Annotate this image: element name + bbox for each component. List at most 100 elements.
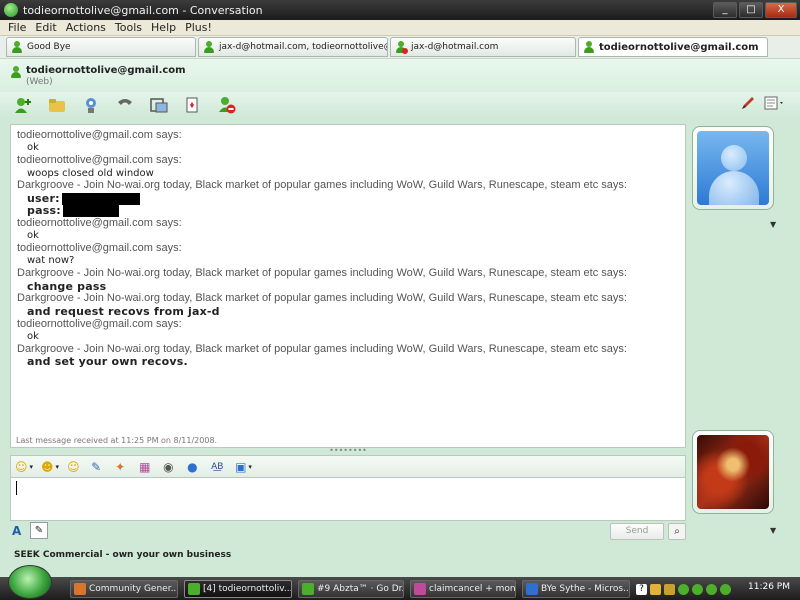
window-title: todieornottolive@gmail.com - Conversatio… — [23, 3, 263, 17]
messenger-tray-icon[interactable] — [692, 583, 703, 595]
tab-jax-d[interactable]: jax-d@hotmail.com — [390, 37, 576, 57]
taskbar-item-active[interactable]: [4] todieornottoliv... — [184, 580, 292, 598]
message-sender: todieornottolive@gmail.com says: — [17, 129, 182, 141]
maximize-button[interactable]: □ — [739, 2, 763, 18]
message-text: change pass — [27, 279, 107, 293]
user-avatar[interactable] — [692, 430, 774, 514]
voice-clip-icon[interactable]: ✎ — [91, 458, 107, 476]
pen-icon[interactable] — [740, 95, 756, 114]
message-text: and set your own recovs. — [27, 355, 188, 369]
taskbar-item[interactable]: #9 Abzta™ · Go Dr... — [298, 580, 404, 598]
message: todieornottolive@gmail.com says: ok — [17, 318, 679, 343]
contact-status-icon — [203, 41, 215, 53]
font-color-icon[interactable]: ▣ ▾ — [235, 458, 252, 476]
search-icon[interactable]: ⌕ — [668, 523, 686, 540]
spellcheck-icon[interactable]: A͟B — [211, 458, 227, 476]
message: todieornottolive@gmail.com says: wat now… — [17, 242, 679, 267]
block-icon[interactable] — [216, 95, 238, 115]
message: todieornottolive@gmail.com says: woops c… — [17, 154, 679, 179]
messenger-icon — [188, 583, 200, 595]
send-button[interactable]: Send — [610, 523, 664, 540]
window-controls: _ □ X — [713, 2, 797, 18]
message-text: and request recovs from jax-d — [27, 304, 220, 318]
taskbar-item-label: Community Gener... — [89, 584, 178, 594]
redaction-block — [62, 204, 119, 217]
activities-icon[interactable] — [148, 95, 170, 115]
taskbar-item-label: BYe Sythe - Micros... — [541, 584, 630, 594]
tab-group-chat[interactable]: jax-d@hotmail.com, todieornottolive@gn..… — [198, 37, 388, 57]
message-text: wat now? — [27, 255, 75, 267]
tab-label: jax-d@hotmail.com — [411, 42, 499, 52]
format-toolbar: ☺ ▾ ☻ ▾ ☺ ✎ ✦ ▦ ◉ ● A͟B ▣ ▾ — [10, 455, 686, 477]
start-button[interactable] — [8, 565, 52, 599]
taskbar-item[interactable]: Community Gener... — [70, 580, 178, 598]
ie-icon — [526, 583, 538, 595]
taskbar-item[interactable]: claimcancel + mon... — [410, 580, 516, 598]
menu-tools[interactable]: Tools — [115, 21, 142, 34]
menu-help[interactable]: Help — [151, 21, 176, 34]
invite-contact-icon[interactable] — [12, 95, 34, 115]
menu-plus[interactable]: Plus! — [185, 21, 212, 34]
chevron-down-icon[interactable]: ▼ — [770, 220, 776, 229]
emoticon-icon[interactable]: ☺ ▾ — [15, 458, 33, 476]
contact-location: (Web) — [26, 77, 53, 87]
text-caret — [16, 481, 17, 495]
contact-avatar[interactable] — [692, 126, 774, 210]
winks-icon[interactable]: ◉ — [163, 458, 179, 476]
handwriting-mode-button[interactable]: ✎ — [30, 522, 48, 539]
video-call-icon[interactable] — [80, 95, 102, 115]
menu-file[interactable]: File — [8, 21, 26, 34]
menu-dropdown-icon[interactable] — [764, 95, 786, 114]
font-mode-button[interactable]: A — [12, 524, 21, 538]
message-sender: todieornottolive@gmail.com says: — [17, 317, 182, 330]
background-icon[interactable]: ▦ — [139, 458, 155, 476]
toolbar-right — [740, 95, 786, 114]
handwriting-icon[interactable]: ● — [187, 458, 203, 476]
wink-icon[interactable]: ☻ ▾ — [41, 458, 59, 476]
call-icon[interactable] — [114, 95, 136, 115]
menu-edit[interactable]: Edit — [35, 21, 56, 34]
message-text: pass: — [17, 203, 679, 217]
pass-label: pass: — [27, 203, 61, 217]
conversation-main: todieornottolive@gmail.com says: ok todi… — [0, 118, 800, 548]
help-icon[interactable]: ? — [636, 583, 647, 595]
games-icon[interactable] — [182, 95, 204, 115]
message-history[interactable]: todieornottolive@gmail.com says: ok todi… — [10, 124, 686, 448]
message: Darkgroove - Join No-wai.org today, Blac… — [17, 179, 679, 217]
menu-actions[interactable]: Actions — [66, 21, 106, 34]
messenger-tray-icon[interactable] — [720, 583, 731, 595]
ad-banner-text[interactable]: SEEK Commercial - own your own business — [14, 550, 231, 560]
message-sender: Darkgroove - Join No-wai.org today, Blac… — [17, 342, 627, 355]
close-button[interactable]: X — [765, 2, 797, 18]
message-text: ok — [27, 331, 39, 343]
message-text: ok — [27, 142, 39, 154]
message: todieornottolive@gmail.com says: ok — [17, 129, 679, 154]
menu-bar: File Edit Actions Tools Help Plus! — [0, 20, 800, 36]
message-sender: todieornottolive@gmail.com says: — [17, 216, 182, 229]
messenger-tray-icon[interactable] — [706, 583, 717, 595]
nudge-icon[interactable]: ☺ — [67, 458, 83, 476]
tab-good-bye[interactable]: Good Bye — [6, 37, 196, 57]
messenger-tray-icon[interactable] — [678, 583, 689, 595]
title-bar: todieornottolive@gmail.com - Conversatio… — [0, 0, 800, 20]
tray-icon[interactable] — [664, 583, 675, 595]
contact-header: todieornottolive@gmail.com (Web) — [0, 58, 800, 92]
contact-status-icon — [583, 41, 595, 53]
contact-name[interactable]: todieornottolive@gmail.com — [26, 65, 186, 76]
tab-label: jax-d@hotmail.com, todieornottolive@gn..… — [219, 42, 387, 52]
tray-icon[interactable] — [650, 583, 661, 595]
send-files-icon[interactable] — [46, 95, 68, 115]
message-input[interactable] — [10, 477, 686, 521]
taskbar-item[interactable]: BYe Sythe - Micros... — [522, 580, 630, 598]
ink-icon[interactable]: ✦ — [115, 458, 131, 476]
taskbar-item-label: [4] todieornottoliv... — [203, 584, 292, 594]
message: Darkgroove - Join No-wai.org today, Blac… — [17, 343, 679, 368]
taskbar-item-label: #9 Abzta™ · Go Dr... — [317, 584, 404, 594]
clock[interactable]: 11:26 PM — [748, 582, 790, 592]
message: Darkgroove - Join No-wai.org today, Blac… — [17, 267, 679, 292]
tab-todieornottolive[interactable]: todieornottolive@gmail.com — [578, 37, 768, 57]
chevron-down-icon[interactable]: ▼ — [770, 526, 776, 535]
redaction-block — [61, 192, 140, 205]
last-message-status: Last message received at 11:25 PM on 8/1… — [16, 436, 218, 445]
minimize-button[interactable]: _ — [713, 2, 737, 18]
